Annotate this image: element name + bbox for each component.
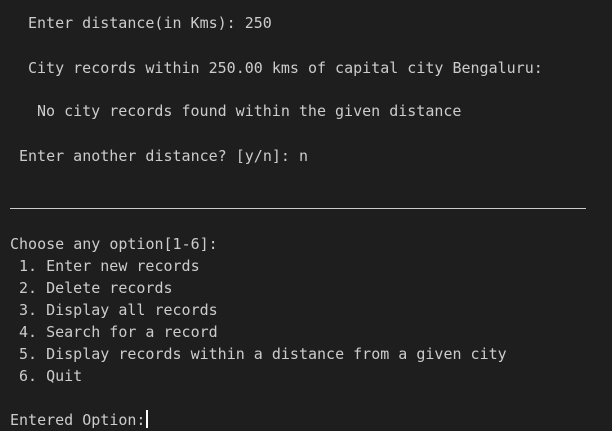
menu-item-search-record: 4. Search for a record (19, 323, 218, 341)
menu-item-delete-records: 2. Delete records (19, 279, 173, 297)
menu-item-display-within-distance: 5. Display records within a distance fro… (19, 345, 507, 363)
separator-line (10, 208, 586, 209)
menu-item-display-records: 3. Display all records (19, 301, 218, 319)
distance-prompt: Enter distance(in Kms): 250 (28, 14, 272, 32)
another-distance-prompt: Enter another distance? [y/n]: n (19, 147, 308, 165)
text-cursor (146, 410, 149, 428)
terminal-output: Enter distance(in Kms): 250 City records… (0, 0, 612, 431)
no-records-message: No city records found within the given d… (37, 102, 462, 120)
menu-item-enter-records: 1. Enter new records (19, 257, 200, 275)
menu-title: Choose any option[1-6]: (10, 235, 218, 253)
records-header: City records within 250.00 kms of capita… (28, 59, 543, 77)
option-prompt: Entered Option: (10, 411, 146, 429)
menu-item-quit: 6. Quit (19, 367, 83, 385)
option-input-line[interactable]: Entered Option: (10, 409, 149, 431)
